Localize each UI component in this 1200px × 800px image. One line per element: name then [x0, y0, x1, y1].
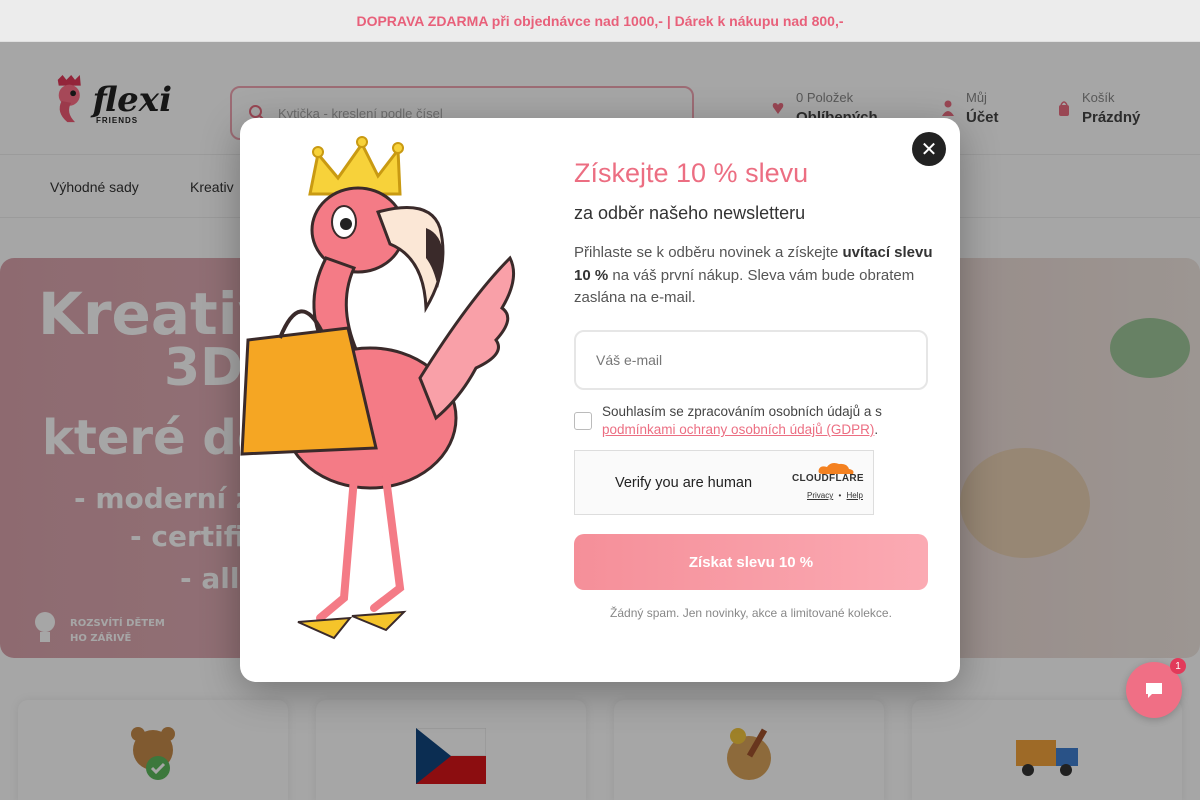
- modal-desc-pre: Přihlaste se k odběru novinek a získejte: [574, 244, 843, 261]
- modal-subtitle: za odběr našeho newsletteru: [574, 203, 806, 223]
- captcha-separator: •: [838, 491, 842, 500]
- captcha-widget[interactable]: Verify you are human CLOUDFLARE Privacy …: [574, 450, 874, 515]
- gdpr-consent-label: Souhlasím se zpracováním osobních údajů …: [602, 403, 922, 439]
- chat-badge: 1: [1170, 658, 1186, 674]
- cloudflare-logo: CLOUDFLARE: [792, 473, 864, 484]
- modal-title: Získejte 10 % slevu: [574, 158, 809, 188]
- chat-button[interactable]: 1: [1126, 658, 1186, 718]
- captcha-label: Verify you are human: [615, 475, 753, 491]
- promo-bar: DOPRAVA ZDARMA při objednávce nad 1000,-…: [0, 0, 1200, 42]
- consent-text-post: .: [874, 422, 879, 437]
- gdpr-policy-link[interactable]: podmínkami ochrany osobních údajů (GDPR): [602, 422, 874, 437]
- promo-text: DOPRAVA ZDARMA při objednávce nad 1000,-…: [356, 12, 844, 29]
- gdpr-consent-checkbox[interactable]: [574, 412, 592, 430]
- close-modal-button[interactable]: ✕: [912, 132, 946, 166]
- email-field[interactable]: [574, 330, 928, 390]
- modal-desc-post: na váš první nákup. Sleva vám bude obrat…: [574, 266, 915, 307]
- flamingo-mascot-illustration: [240, 136, 516, 640]
- captcha-help-link[interactable]: Help: [847, 491, 863, 500]
- newsletter-modal: ✕ Získejte 10 % slevu za odběr našeho ne…: [240, 118, 960, 682]
- consent-text-pre: Souhlasím se zpracováním osobních údajů …: [602, 404, 882, 419]
- chat-icon: [1146, 683, 1162, 698]
- modal-footnote: Žádný spam. Jen novinky, akce a limitova…: [610, 606, 892, 620]
- captcha-links: Privacy • Help: [807, 491, 863, 500]
- captcha-privacy-link[interactable]: Privacy: [807, 491, 833, 500]
- get-discount-button[interactable]: Získat slevu 10 %: [574, 534, 928, 590]
- modal-description: Přihlaste se k odběru novinek a získejte…: [574, 242, 934, 310]
